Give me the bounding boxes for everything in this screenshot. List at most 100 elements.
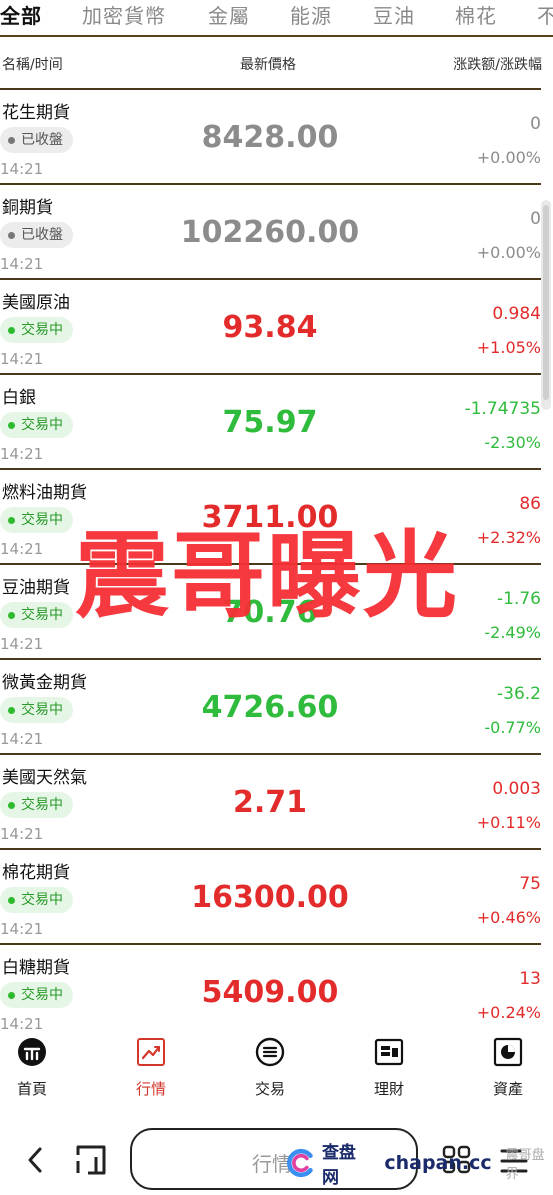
home-icon — [18, 1038, 46, 1066]
price-change: -1.76 — [497, 589, 541, 609]
trade-icon — [255, 1037, 285, 1067]
quote-time: 14:21 — [0, 825, 44, 843]
quote-row[interactable]: 棉花期貨 交易中 14:21 16300.00 75 +0.46% — [0, 850, 541, 945]
tab-energy[interactable]: 能源 — [290, 0, 332, 30]
tab-cotton[interactable]: 棉花 — [455, 0, 497, 30]
column-header-change: 涨跌额/涨跌幅 — [453, 57, 542, 73]
brand-logo-icon — [287, 1148, 313, 1178]
latest-price: 4726.60 — [201, 690, 339, 725]
quote-row[interactable]: 白糖期貨 交易中 14:21 5409.00 13 +0.24% — [0, 945, 541, 1030]
nav-home[interactable]: 首頁 — [0, 1036, 77, 1099]
status-dot-icon — [8, 611, 15, 619]
nav-wealth-label: 理財 — [373, 1080, 404, 1098]
latest-price: 102260.00 — [180, 215, 360, 250]
quote-row[interactable]: 白銀 交易中 14:21 75.97 -1.74735 -2.30% — [0, 375, 541, 470]
recent-tabs-icon[interactable] — [74, 1143, 108, 1177]
latest-price: 2.71 — [232, 785, 308, 820]
quote-row[interactable]: 美國原油 交易中 14:21 93.84 0.984 +1.05% — [0, 280, 541, 375]
price-change: 0 — [530, 209, 541, 229]
quote-time: 14:21 — [0, 635, 44, 653]
quote-row[interactable]: 銅期貨 已收盤 14:21 102260.00 0 +0.00% — [0, 185, 541, 280]
price-change: 86 — [519, 494, 541, 514]
column-header-name: 名稱/时间 — [2, 57, 63, 73]
status-dot-icon — [8, 326, 15, 334]
percent-change: +1.05% — [476, 338, 541, 357]
percent-change: +0.11% — [476, 813, 541, 832]
quote-row[interactable]: 花生期貨 已收盤 14:21 8428.00 0 +0.00% — [0, 90, 541, 185]
nav-market[interactable]: 行情 — [106, 1036, 196, 1099]
tab-all[interactable]: 全部 — [0, 0, 42, 30]
tab-metals[interactable]: 金屬 — [208, 0, 250, 30]
quote-time: 14:21 — [0, 255, 44, 273]
instrument-name: 白糖期貨 — [2, 958, 70, 978]
nav-trade-label: 交易 — [254, 1080, 285, 1098]
brand-domain: chapan.cc — [384, 1152, 492, 1174]
nav-trade[interactable]: 交易 — [225, 1036, 315, 1099]
brand-name-cn: 查盘网 — [321, 1143, 356, 1188]
category-tabs: 全部 加密貨幣 金屬 能源 豆油 棉花 不 — [0, 0, 553, 34]
status-text: 交易中 — [21, 607, 63, 623]
tab-soybean-oil[interactable]: 豆油 — [373, 0, 415, 30]
instrument-name: 微黃金期貨 — [2, 673, 87, 693]
status-text: 已收盤 — [21, 132, 63, 148]
instrument-name: 美國原油 — [2, 293, 70, 313]
status-text: 已收盤 — [21, 227, 63, 243]
brand-watermark: 查盘网 chapan.cc 震哥盘界 — [285, 1143, 553, 1188]
nav-wealth[interactable]: 理財 — [344, 1036, 434, 1099]
status-dot-icon — [8, 516, 15, 524]
price-change: 13 — [519, 969, 541, 989]
nav-assets[interactable]: 資產 — [463, 1036, 553, 1099]
nav-assets-label: 資產 — [492, 1080, 523, 1098]
status-text: 交易中 — [21, 892, 63, 908]
status-badge: 交易中 — [0, 697, 73, 723]
quote-row[interactable]: 燃料油期貨 交易中 14:21 3711.00 86 +2.32% — [0, 470, 541, 565]
status-dot-icon — [8, 896, 15, 904]
market-chart-icon — [137, 1038, 165, 1066]
status-text: 交易中 — [21, 512, 63, 528]
latest-price: 5409.00 — [201, 975, 339, 1010]
nav-market-label: 行情 — [135, 1080, 166, 1098]
quote-time: 14:21 — [0, 160, 44, 178]
bottom-navigation: 首頁 行情 交易 理財 資產 — [0, 1030, 553, 1110]
scrollbar-thumb[interactable] — [543, 205, 549, 400]
quote-time: 14:21 — [0, 730, 44, 748]
quote-row[interactable]: 微黃金期貨 交易中 14:21 4726.60 -36.2 -0.77% — [0, 660, 541, 755]
status-text: 交易中 — [21, 417, 63, 433]
instrument-name: 棉花期貨 — [2, 863, 70, 883]
percent-change: -2.30% — [484, 433, 541, 452]
status-text: 交易中 — [21, 322, 63, 338]
status-badge: 已收盤 — [0, 222, 73, 248]
percent-change: +0.00% — [476, 243, 541, 262]
status-text: 交易中 — [21, 987, 63, 1003]
instrument-name: 銅期貨 — [2, 198, 53, 218]
instrument-name: 花生期貨 — [2, 103, 70, 123]
status-badge: 交易中 — [0, 507, 73, 533]
price-change: -36.2 — [497, 684, 541, 704]
tab-crypto[interactable]: 加密貨幣 — [82, 0, 166, 30]
price-change: 75 — [519, 874, 541, 894]
quote-row[interactable]: 美國天然氣 交易中 14:21 2.71 0.003 +0.11% — [0, 755, 541, 850]
tab-more[interactable]: 不 — [537, 0, 553, 30]
wealth-icon — [374, 1038, 404, 1066]
quote-time: 14:21 — [0, 1015, 44, 1030]
assets-icon — [493, 1037, 523, 1067]
status-badge: 交易中 — [0, 887, 73, 913]
status-badge: 交易中 — [0, 412, 73, 438]
percent-change: -2.49% — [484, 623, 541, 642]
latest-price: 3711.00 — [201, 500, 339, 535]
nav-home-label: 首頁 — [16, 1080, 47, 1098]
latest-price: 8428.00 — [201, 120, 339, 155]
latest-price: 75.97 — [222, 405, 318, 440]
instrument-name: 燃料油期貨 — [2, 483, 87, 503]
quote-time: 14:21 — [0, 350, 44, 368]
instrument-name: 美國天然氣 — [2, 768, 87, 788]
column-header-price: 最新價格 — [240, 57, 296, 73]
status-badge: 交易中 — [0, 317, 73, 343]
instrument-name: 白銀 — [2, 388, 36, 408]
status-text: 交易中 — [21, 797, 63, 813]
quote-row[interactable]: 豆油期貨 交易中 14:21 70.76 -1.76 -2.49% — [0, 565, 541, 660]
percent-change: +0.46% — [476, 908, 541, 927]
back-icon[interactable] — [24, 1145, 46, 1175]
quote-time: 14:21 — [0, 540, 44, 558]
percent-change: +0.00% — [476, 148, 541, 167]
